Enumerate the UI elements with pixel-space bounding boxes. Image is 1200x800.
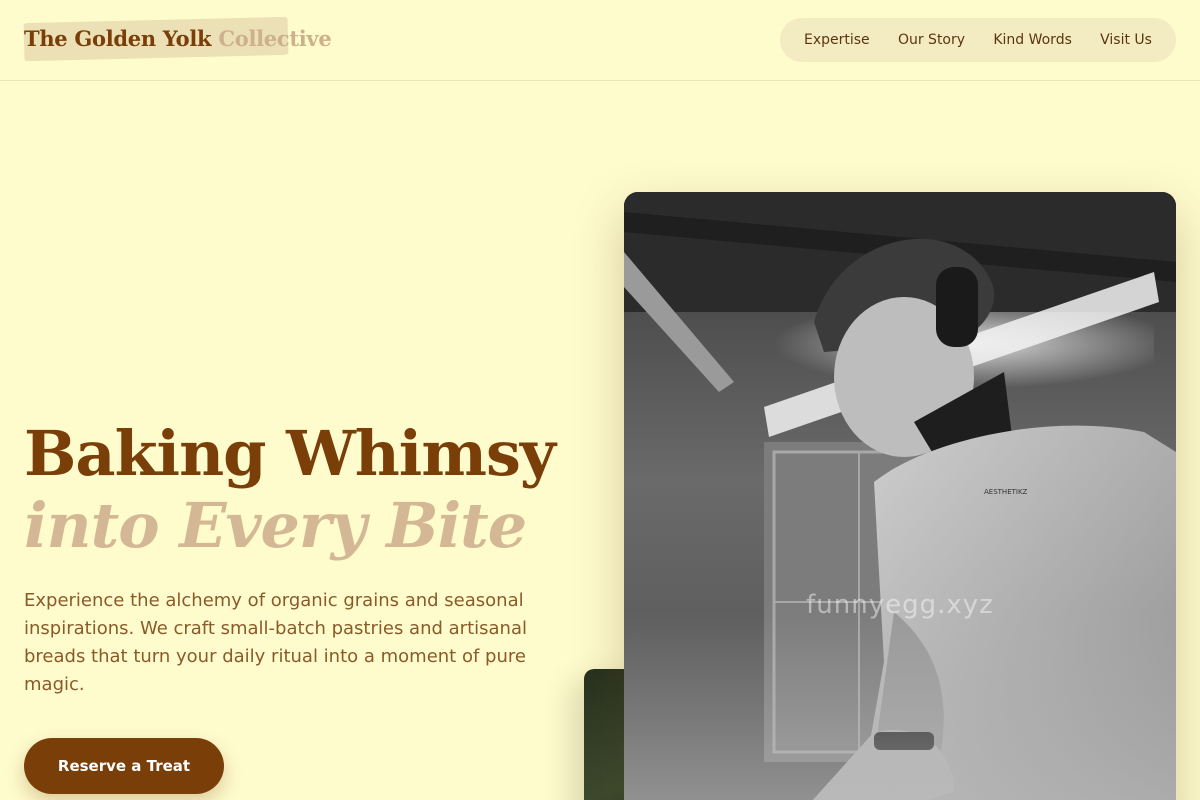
- brand-name: The Golden Yolk: [24, 26, 212, 51]
- nav-link-visit-us[interactable]: Visit Us: [1100, 32, 1152, 48]
- brand-name-accent: Collective: [218, 26, 332, 51]
- landing-page: The Golden Yolk Collective Expertise Our…: [0, 0, 1200, 800]
- brand-logo[interactable]: The Golden Yolk Collective: [23, 16, 332, 62]
- svg-text:AESTHETIKZ: AESTHETIKZ: [984, 488, 1028, 496]
- baker-photo-illustration: AESTHETIKZ: [624, 192, 1176, 800]
- main-nav: Expertise Our Story Kind Words Visit Us: [780, 18, 1176, 62]
- hero-title-line1: Baking Whimsy: [24, 417, 556, 490]
- hero-title-line2: into Every Bite: [24, 489, 527, 562]
- reserve-treat-button[interactable]: Reserve a Treat: [24, 738, 224, 794]
- photo-watermark: funnyegg.xyz: [806, 590, 994, 620]
- baker-photo: AESTHETIKZ funnyegg.xyz: [624, 192, 1176, 800]
- hero-description: Experience the alchemy of organic grains…: [24, 590, 527, 695]
- nav-link-expertise[interactable]: Expertise: [804, 32, 870, 48]
- nav-link-kind-words[interactable]: Kind Words: [993, 32, 1072, 48]
- hero-title: Baking Whimsy into Every Bite: [24, 418, 584, 562]
- nav-link-our-story[interactable]: Our Story: [898, 32, 965, 48]
- site-header: The Golden Yolk Collective Expertise Our…: [0, 0, 1200, 81]
